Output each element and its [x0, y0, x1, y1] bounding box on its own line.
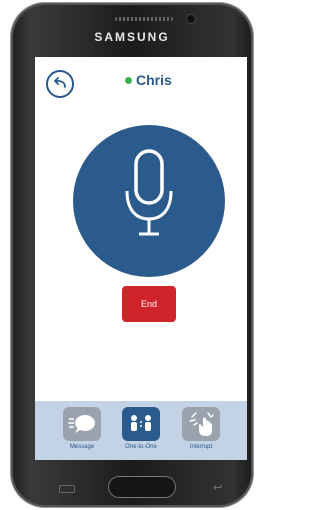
- end-call-button[interactable]: End: [122, 286, 176, 322]
- tab-interrupt-label: Interrupt: [189, 444, 213, 450]
- back-key[interactable]: ↩: [213, 481, 222, 494]
- online-status-dot: [125, 76, 132, 84]
- speech-bubble-icon: [63, 407, 101, 441]
- tab-one-to-one-label: One-to-One: [125, 444, 157, 450]
- device-brand: SAMSUNG: [94, 30, 170, 44]
- talk-button[interactable]: [73, 125, 225, 277]
- earpiece-speaker: [115, 17, 173, 21]
- recent-apps-key[interactable]: [59, 485, 75, 493]
- back-button[interactable]: [46, 70, 74, 98]
- front-camera: [187, 15, 195, 23]
- back-arrow-icon: [54, 77, 66, 88]
- tab-one-to-one[interactable]: One-to-One: [111, 407, 171, 450]
- bottom-tab-bar: Message One-to-One Interrupt: [35, 401, 247, 460]
- tab-message[interactable]: Message: [52, 407, 112, 450]
- phone-body: SAMSUNG Chris End Message One-to-One Int…: [11, 3, 253, 507]
- hand-tap-icon: [182, 407, 220, 441]
- home-button[interactable]: [109, 477, 175, 497]
- tab-interrupt[interactable]: Interrupt: [171, 407, 231, 450]
- contact-name: Chris: [136, 72, 172, 88]
- contact-header: Chris: [125, 71, 172, 89]
- microphone-icon: [125, 149, 173, 236]
- app-screen: Chris End Message One-to-One Interrupt: [35, 57, 247, 460]
- tab-message-label: Message: [69, 444, 95, 450]
- two-people-icon: [122, 407, 160, 441]
